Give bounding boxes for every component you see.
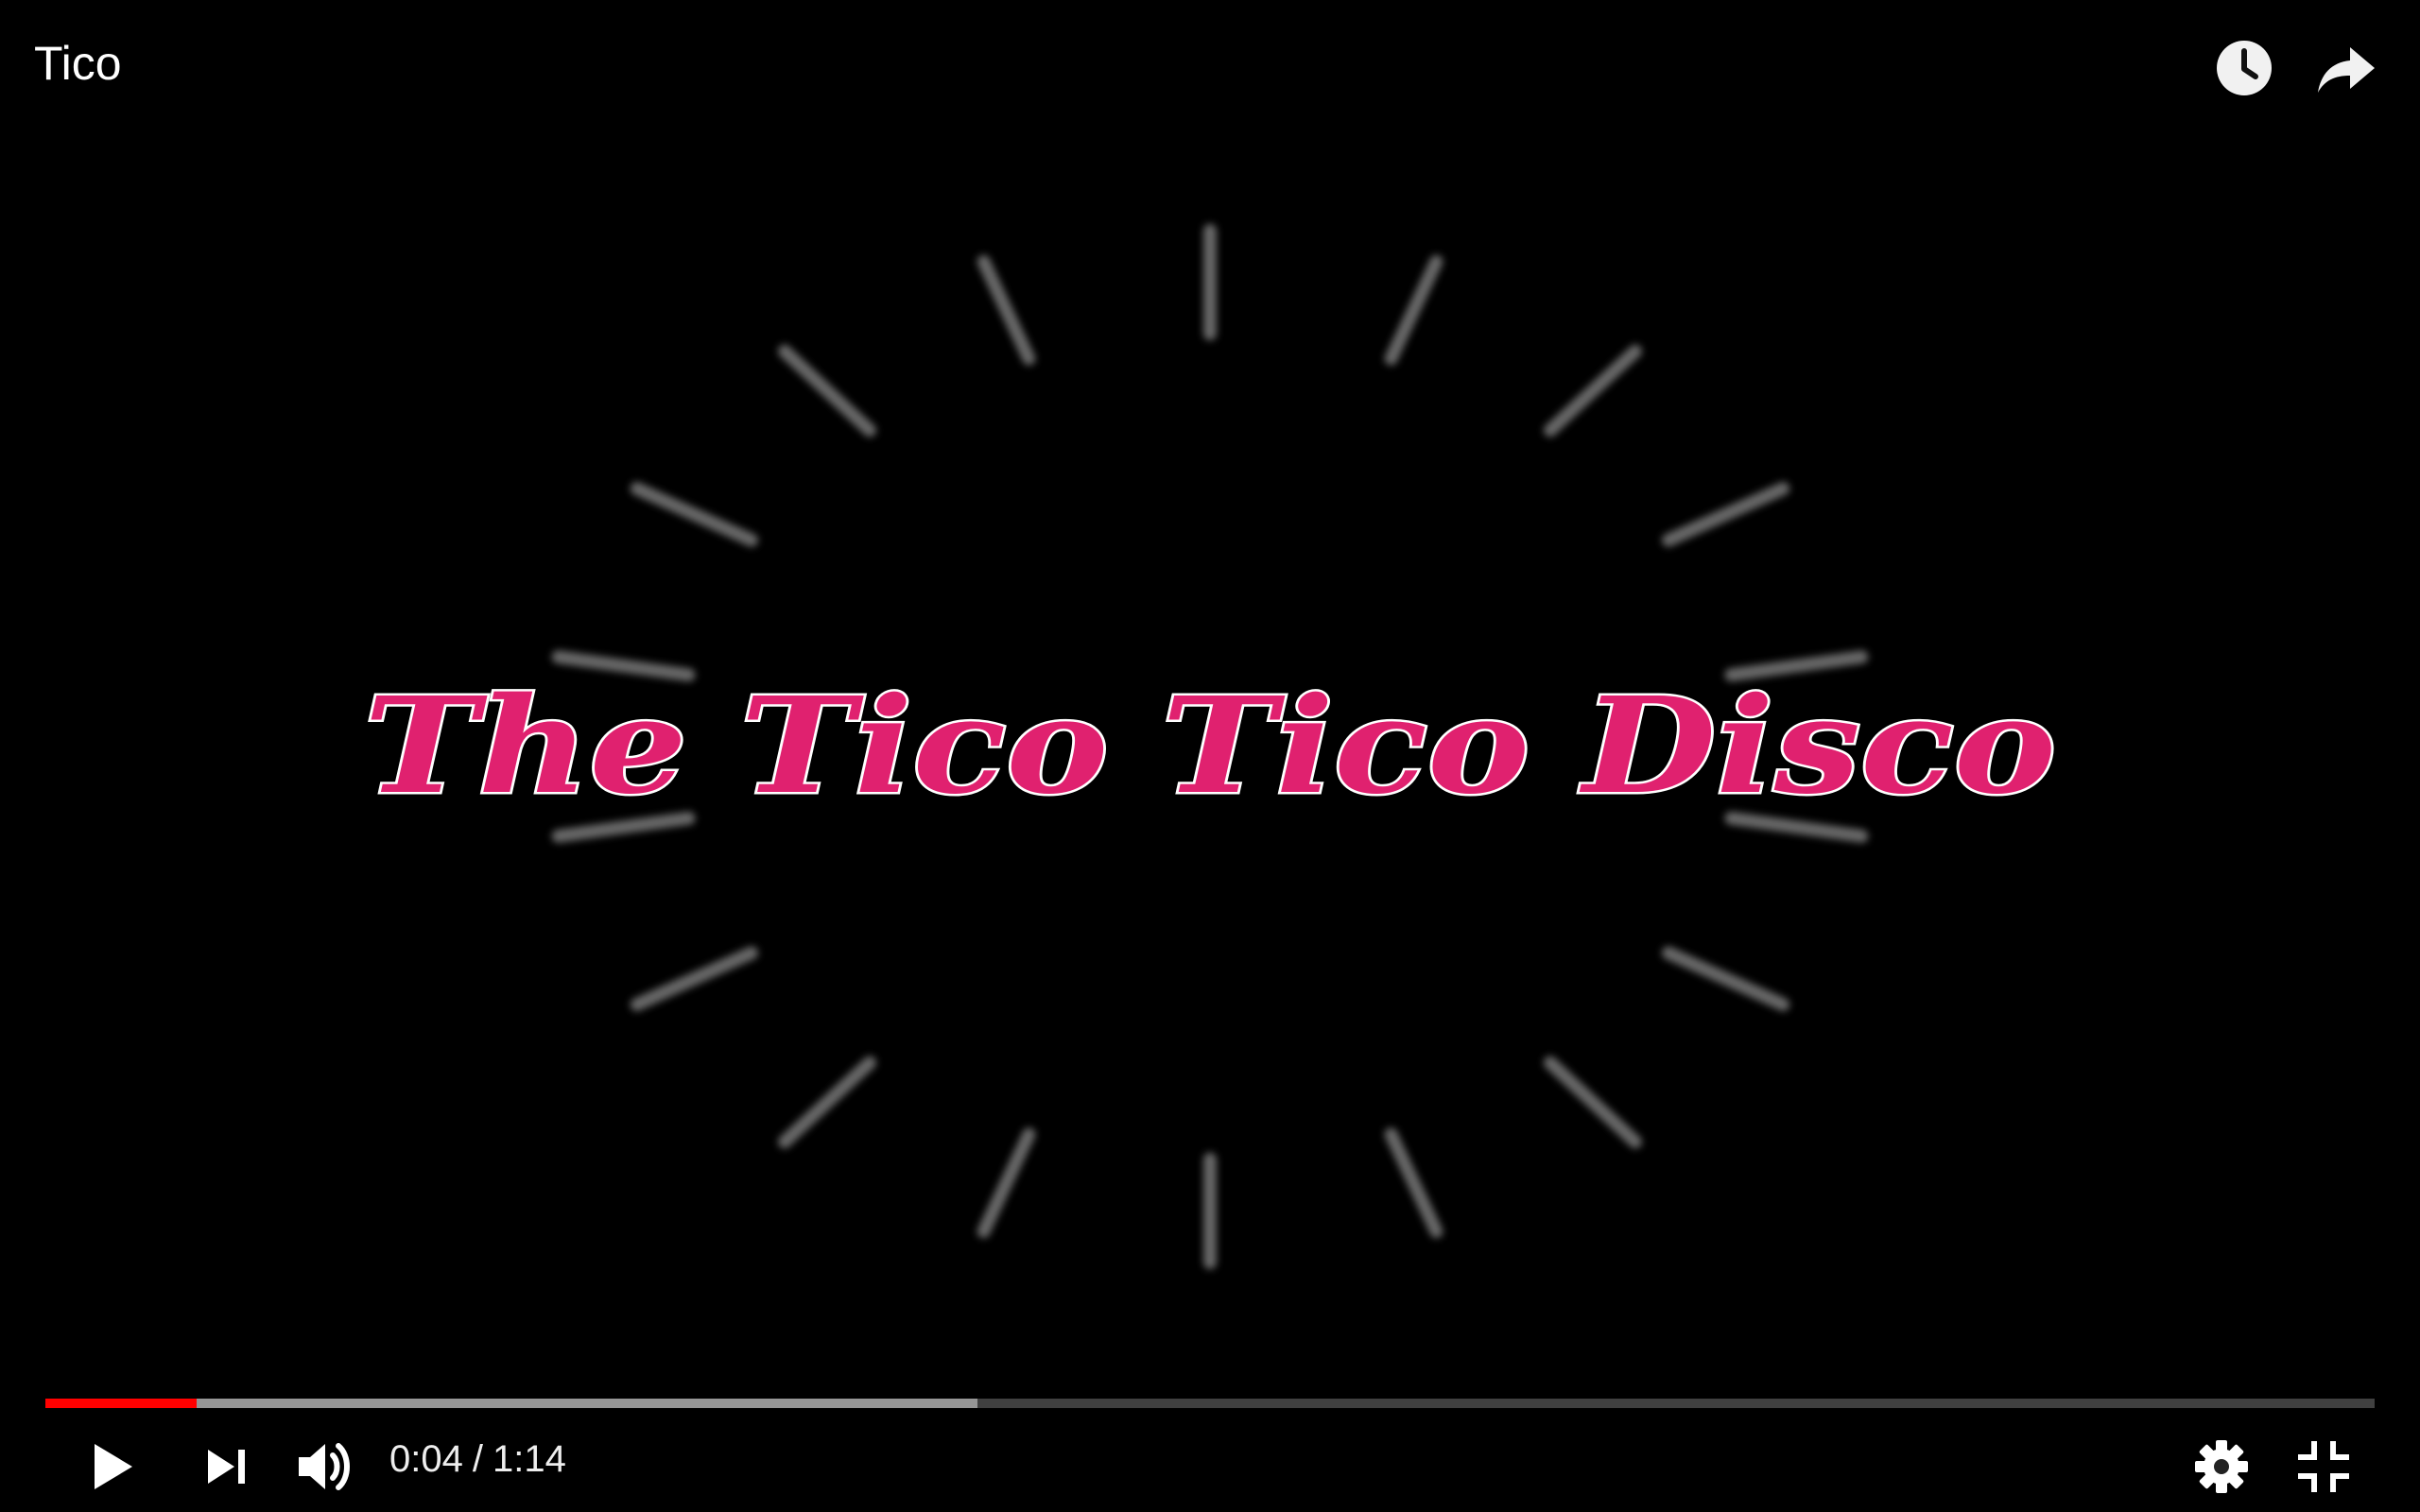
video-frame-caption: The Tico Tico Disco	[364, 669, 2056, 824]
video-title[interactable]: Tico	[34, 36, 122, 91]
volume-icon	[299, 1443, 350, 1490]
progress-played	[45, 1399, 198, 1408]
volume-button[interactable]	[287, 1427, 367, 1506]
exit-fullscreen-button[interactable]	[2284, 1427, 2363, 1506]
duration: 1:14	[492, 1438, 566, 1480]
exit-fullscreen-icon	[2298, 1441, 2349, 1492]
time-separator: /	[472, 1438, 483, 1480]
time-display: 0:04/1:14	[389, 1438, 566, 1481]
skip-next-icon	[208, 1450, 245, 1484]
progress-bar[interactable]	[45, 1399, 2375, 1408]
current-time: 0:04	[389, 1438, 463, 1480]
next-button[interactable]	[187, 1427, 267, 1506]
share-button[interactable]	[2312, 34, 2380, 102]
share-arrow-icon	[2318, 47, 2375, 93]
top-bar: Tico	[0, 0, 2420, 142]
watch-later-button[interactable]	[2210, 34, 2278, 102]
play-button[interactable]	[70, 1427, 149, 1506]
video-frame[interactable]: The Tico Tico Disco	[0, 0, 2420, 1512]
gear-icon	[2195, 1440, 2248, 1493]
video-frame-art: The Tico Tico Disco	[0, 0, 2420, 1512]
clock-icon	[2217, 41, 2272, 95]
settings-button[interactable]	[2182, 1427, 2261, 1506]
play-icon	[95, 1444, 132, 1489]
video-player[interactable]: The Tico Tico Disco Tico 0:04 / 1:14	[0, 0, 2420, 1512]
